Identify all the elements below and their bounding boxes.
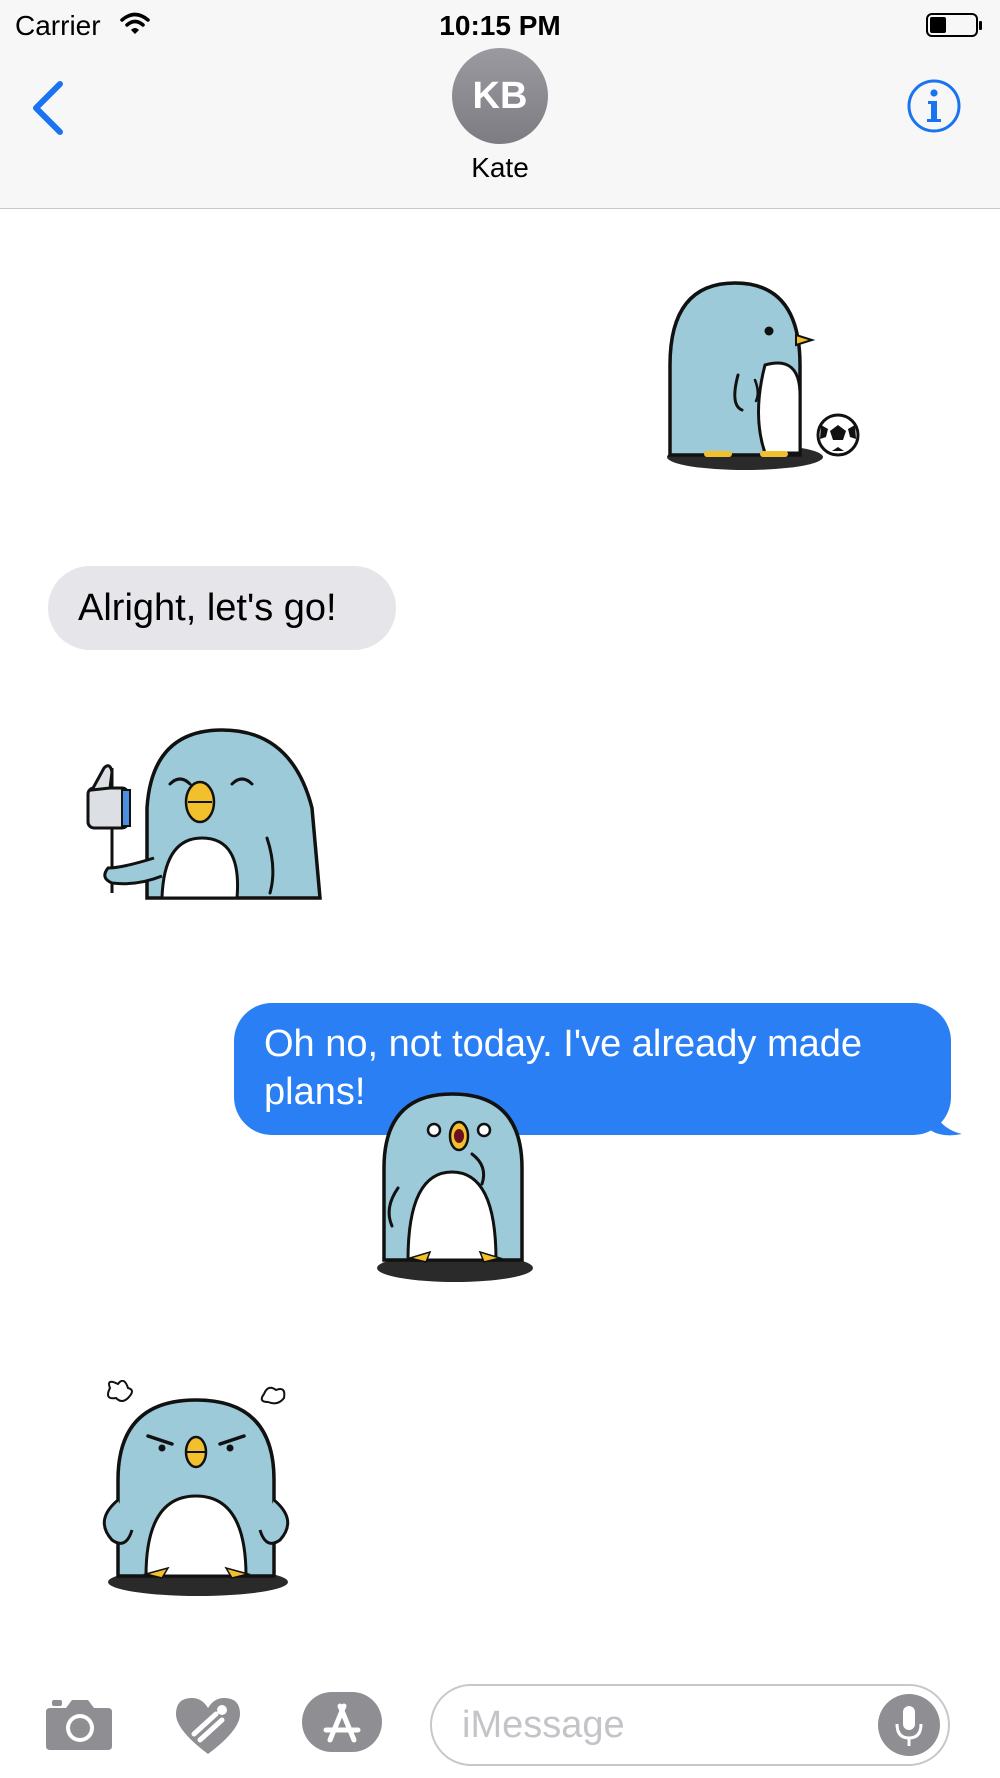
incoming-message-bubble[interactable]: Alright, let's go! (48, 566, 396, 650)
message-input-placeholder: iMessage (462, 1704, 625, 1746)
sticker-penguin-thumbs-up-sign[interactable] (82, 728, 322, 900)
info-icon[interactable] (906, 78, 962, 134)
message-input[interactable]: iMessage (430, 1684, 950, 1766)
heart-touch-icon[interactable] (172, 1694, 244, 1761)
message-text: Alright, let's go! (78, 587, 337, 629)
sticker-penguin-angry[interactable] (96, 1379, 296, 1600)
avatar-initials: KB (472, 74, 528, 117)
compose-toolbar: iMessage (0, 1660, 1000, 1778)
status-bar: Carrier 10:15 PM (0, 0, 1000, 48)
chevron-left-icon[interactable] (28, 78, 68, 138)
status-time: 10:15 PM (439, 10, 561, 41)
message-text: Oh no, not today. I've already made plan… (264, 1023, 863, 1113)
camera-icon[interactable] (44, 1696, 114, 1757)
avatar[interactable]: KB (452, 48, 548, 144)
outgoing-message-bubble[interactable]: Oh no, not today. I've already made plan… (234, 1003, 951, 1135)
sticker-penguin-surprised[interactable] (372, 1088, 538, 1288)
conversation-header: KB Kate (0, 48, 1000, 209)
microphone-icon[interactable] (878, 1694, 940, 1756)
battery-icon (926, 13, 984, 44)
sticker-penguin-soccer-ball[interactable] (660, 275, 870, 475)
contact-name[interactable]: Kate (0, 152, 1000, 184)
bubble-tail (930, 1100, 966, 1141)
app-store-icon[interactable] (300, 1690, 384, 1759)
